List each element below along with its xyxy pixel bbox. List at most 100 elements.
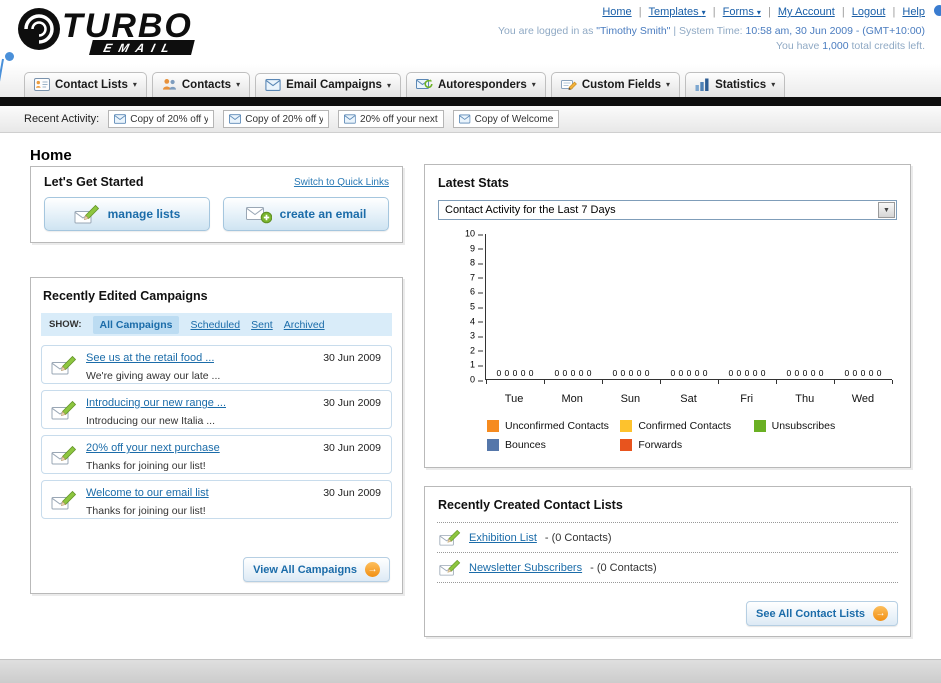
y-axis-label: 4	[469, 316, 484, 327]
arrow-right-icon: →	[365, 562, 380, 577]
x-axis-tick	[834, 380, 835, 384]
nav-divider	[0, 97, 941, 106]
contact-lists-icon	[34, 78, 50, 91]
campaign-link[interactable]: Introducing our new range ...	[86, 397, 226, 409]
edit-campaign-icon	[51, 489, 77, 511]
email-campaigns-icon	[265, 79, 281, 91]
nav-tab-email-campaigns[interactable]: Email Campaigns ▾	[255, 73, 401, 97]
x-axis-label: Tue	[504, 393, 524, 405]
campaign-link[interactable]: 20% off your next purchase	[86, 442, 220, 454]
login-info: You are logged in as "Timothy Smith" | S…	[498, 25, 925, 37]
get-started-title: Let's Get Started	[44, 175, 144, 189]
y-axis-label: 8	[469, 257, 484, 268]
view-all-campaigns-button[interactable]: View All Campaigns →	[243, 557, 390, 582]
top-link-my-account[interactable]: My Account	[778, 6, 835, 18]
header-right: Home | Templates ▾ | Forms ▾ | My Accoun…	[498, 6, 925, 52]
campaign-link[interactable]: Welcome to our email list	[86, 487, 209, 499]
bar-value-labels: 0 0 0 0 0	[786, 368, 824, 378]
top-link-label: Templates	[648, 6, 699, 18]
login-text: | System Time:	[673, 25, 743, 37]
nav-tab-contacts[interactable]: Contacts ▾	[151, 72, 251, 97]
legend-label: Unsubscribes	[771, 420, 836, 432]
separator: |	[638, 6, 642, 18]
tab-scheduled[interactable]: Scheduled	[190, 319, 240, 331]
credits-text: total credits left.	[851, 40, 925, 52]
recent-activity-item[interactable]: Copy of 20% off yo	[223, 110, 330, 128]
recent-activity-item[interactable]: 20% off your next p	[338, 110, 445, 128]
button-label: View All Campaigns	[253, 563, 357, 576]
campaign-date: 30 Jun 2009	[323, 397, 381, 409]
edit-campaign-icon	[51, 399, 77, 421]
envelope-icon	[114, 114, 126, 124]
nav-tab-label: Contacts	[181, 78, 232, 91]
contact-list-item: Exhibition List - (0 Contacts)	[437, 522, 898, 552]
legend-label: Bounces	[505, 439, 546, 451]
campaign-date: 30 Jun 2009	[323, 352, 381, 364]
button-label: manage lists	[107, 207, 181, 221]
nav-tab-custom-fields[interactable]: Custom Fields ▾	[550, 72, 681, 97]
envelope-icon	[459, 114, 470, 124]
main-nav: Contact Lists ▾ Contacts ▾ Email Campaig…	[0, 64, 941, 97]
campaign-date: 30 Jun 2009	[323, 442, 381, 454]
custom-fields-icon	[560, 80, 577, 90]
campaign-subject: Thanks for joining our list!	[86, 505, 206, 517]
nav-tab-contact-lists[interactable]: Contact Lists ▾	[24, 72, 147, 97]
chevron-down-icon: ▾	[132, 80, 137, 89]
nav-tab-statistics[interactable]: Statistics ▾	[685, 72, 786, 97]
y-axis-label: 6	[469, 286, 484, 297]
button-label: See All Contact Lists	[755, 607, 865, 620]
chevron-down-icon: ▾	[771, 80, 776, 89]
contact-list-link[interactable]: Exhibition List	[469, 532, 537, 544]
recent-activity-item[interactable]: Copy of 20% off yo	[108, 110, 215, 128]
tab-all-campaigns[interactable]: All Campaigns	[92, 315, 180, 334]
autoresponders-icon	[415, 79, 433, 89]
recent-campaigns-panel: Recently Edited Campaigns SHOW: All Camp…	[30, 277, 403, 594]
logo-text-email: EMAIL	[102, 41, 178, 55]
nav-tab-label: Statistics	[715, 78, 767, 91]
get-started-panel: Let's Get Started Switch to Quick Links …	[30, 166, 403, 243]
tab-archived[interactable]: Archived	[284, 319, 325, 331]
top-link-home[interactable]: Home	[602, 6, 631, 18]
recent-activity-item-label: Copy of 20% off yo	[130, 113, 209, 125]
credits-value: 1,000	[822, 40, 849, 52]
x-axis-tick	[718, 380, 719, 384]
top-link-forms[interactable]: Forms ▾	[723, 6, 761, 18]
contact-list-link[interactable]: Newsletter Subscribers	[469, 562, 582, 574]
x-axis-tick	[892, 380, 893, 384]
app-window: TURBO EMAIL Home | Templates ▾ | Forms ▾…	[0, 0, 941, 683]
recent-activity-item-label: 20% off your next p	[360, 113, 439, 125]
legend-item: Forwards	[620, 439, 753, 451]
new-email-icon	[246, 204, 272, 224]
stats-period-select[interactable]: Contact Activity for the Last 7 Days ▼	[438, 200, 897, 220]
y-axis-label: 9	[469, 243, 484, 254]
logo-text-turbo: TURBO	[62, 7, 193, 45]
footer	[0, 659, 941, 683]
top-link-templates[interactable]: Templates ▾	[648, 6, 705, 18]
campaign-link[interactable]: See us at the retail food ...	[86, 352, 214, 364]
switch-quick-links[interactable]: Switch to Quick Links	[294, 177, 389, 188]
tab-sent[interactable]: Sent	[251, 319, 273, 331]
chart-plot: 0 0 0 0 0 0 0 0 0 0 0 0 0 0 0 0 0 0 0 0 0 0 …	[485, 234, 893, 384]
campaigns-title: Recently Edited Campaigns	[43, 289, 208, 303]
manage-lists-button[interactable]: manage lists	[44, 197, 210, 231]
login-text: You are logged in as	[497, 25, 594, 37]
y-axis-label: 10	[464, 228, 484, 239]
legend-swatch	[620, 420, 633, 432]
campaign-list: See us at the retail food ... We're givi…	[31, 336, 402, 519]
recent-activity-item[interactable]: Copy of Welcome to	[453, 110, 560, 128]
create-email-button[interactable]: create an email	[223, 197, 389, 231]
nav-tab-autoresponders[interactable]: Autoresponders ▾	[405, 72, 546, 97]
stats-title: Latest Stats	[438, 176, 509, 190]
x-axis-label: Mon	[561, 393, 583, 405]
edit-campaign-icon	[51, 444, 77, 466]
page-title: Home	[30, 147, 72, 164]
top-link-label: Forms	[722, 6, 754, 18]
top-link-help[interactable]: Help	[902, 6, 925, 18]
chevron-down-icon: ▾	[756, 8, 761, 17]
top-link-logout[interactable]: Logout	[852, 6, 886, 18]
contact-list-item: Newsletter Subscribers - (0 Contacts)	[437, 552, 898, 583]
edit-list-icon	[439, 528, 461, 547]
see-all-contact-lists-button[interactable]: See All Contact Lists →	[745, 601, 898, 626]
legend-swatch	[753, 420, 766, 432]
envelope-icon	[229, 114, 241, 124]
